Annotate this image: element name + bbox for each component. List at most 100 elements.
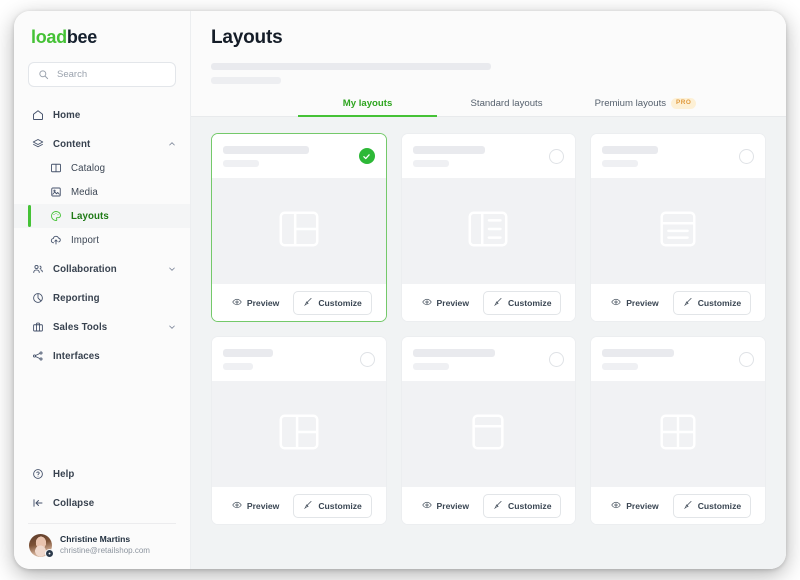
skeleton-title: [412, 145, 485, 154]
layout-card[interactable]: Preview Customize: [400, 336, 577, 525]
sidebar-item-label: Collaboration: [53, 263, 117, 275]
sidebar-item-interfaces[interactable]: Interfaces: [14, 344, 190, 368]
layout-card[interactable]: Preview Customize: [400, 133, 577, 322]
pie-chart-icon: [31, 292, 44, 305]
book-icon: [49, 162, 62, 175]
sidebar: loadbee Search Home Content Catalog Medi…: [14, 11, 191, 569]
tab-standard-layouts[interactable]: Standard layouts: [437, 98, 576, 116]
customize-button[interactable]: Customize: [293, 290, 372, 315]
user-profile[interactable]: Christine Martins christine@retailshop.c…: [14, 524, 190, 569]
customize-label: Customize: [508, 297, 552, 308]
tab-bar: My layouts Standard layouts Premium layo…: [191, 98, 786, 117]
layout-card-title-skeleton: [602, 348, 731, 370]
brush-icon: [493, 297, 503, 309]
sidebar-item-home[interactable]: Home: [14, 103, 190, 127]
sidebar-collapse-button[interactable]: Collapse: [14, 491, 190, 515]
chevron-down-icon[interactable]: [168, 323, 176, 331]
layout-header-body-icon: [465, 409, 511, 460]
sidebar-item-layouts[interactable]: Layouts: [14, 204, 190, 228]
sidebar-item-content[interactable]: Content: [14, 132, 190, 156]
radio-empty-icon[interactable]: [549, 351, 565, 367]
sidebar-item-reporting[interactable]: Reporting: [14, 286, 190, 310]
layouts-grid: Preview Customize Preview Customize Prev…: [211, 133, 766, 525]
sidebar-footer: Help Collapse Christine Martins christin…: [14, 462, 190, 569]
brand-logo[interactable]: loadbee: [14, 11, 190, 58]
sidebar-item-collaboration[interactable]: Collaboration: [14, 257, 190, 281]
tab-premium-layouts[interactable]: Premium layouts PRO: [576, 98, 715, 116]
preview-button[interactable]: Preview: [416, 293, 476, 313]
customize-button[interactable]: Customize: [293, 493, 372, 518]
layout-card[interactable]: Preview Customize: [590, 133, 766, 322]
radio-empty-icon[interactable]: [359, 351, 375, 367]
eye-icon: [421, 297, 432, 309]
sidebar-item-help[interactable]: Help: [14, 462, 190, 486]
customize-button[interactable]: Customize: [483, 493, 562, 518]
layout-card-actions: Preview Customize: [212, 284, 386, 321]
header-skeleton-line-2: [211, 77, 281, 84]
layout-card-actions: Preview Customize: [591, 487, 765, 524]
preview-button[interactable]: Preview: [226, 496, 286, 516]
layout-card-thumbnail: [591, 178, 765, 284]
preview-label: Preview: [626, 297, 659, 308]
brush-icon: [683, 500, 693, 512]
customize-label: Customize: [318, 297, 362, 308]
brush-icon: [683, 297, 693, 309]
layout-card-header: [401, 337, 576, 381]
radio-empty-icon[interactable]: [739, 148, 754, 164]
layout-card[interactable]: Preview Customize: [590, 336, 766, 525]
radio-empty-icon[interactable]: [739, 351, 754, 367]
layout-card-title-skeleton: [602, 145, 731, 167]
layout-card-header: [591, 134, 765, 178]
layout-card-actions: Preview Customize: [591, 284, 765, 321]
check-circle-icon[interactable]: [358, 148, 375, 164]
preview-button[interactable]: Preview: [605, 293, 665, 313]
preview-button[interactable]: Preview: [605, 496, 665, 516]
layout-card-header: [212, 337, 386, 381]
collapse-left-icon: [31, 497, 44, 510]
sidebar-item-label: Catalog: [71, 162, 106, 174]
skeleton-subtitle: [602, 362, 639, 370]
chevron-up-icon[interactable]: [168, 140, 176, 148]
layout-card-actions: Preview Customize: [212, 487, 386, 524]
brush-icon: [303, 297, 313, 309]
brush-icon: [493, 500, 503, 512]
skeleton-title: [412, 348, 495, 357]
preview-button[interactable]: Preview: [226, 293, 286, 313]
skeleton-title: [602, 145, 659, 154]
eye-icon: [232, 500, 242, 512]
customize-button[interactable]: Customize: [483, 290, 562, 315]
nodes-icon: [31, 350, 44, 363]
tab-my-layouts[interactable]: My layouts: [298, 98, 437, 117]
preview-button[interactable]: Preview: [416, 496, 476, 516]
sidebar-item-media[interactable]: Media: [14, 180, 190, 204]
palette-icon: [49, 210, 62, 223]
preview-label: Preview: [436, 297, 470, 308]
sidebar-item-import[interactable]: Import: [14, 228, 190, 252]
customize-label: Customize: [318, 500, 362, 511]
layout-card[interactable]: Preview Customize: [211, 133, 387, 322]
layout-card-actions: Preview Customize: [401, 487, 576, 524]
skeleton-subtitle: [412, 159, 449, 167]
layout-sidebar-lines-icon: [465, 206, 511, 257]
skeleton-title: [223, 145, 309, 154]
sidebar-item-catalog[interactable]: Catalog: [14, 156, 190, 180]
layout-card-title-skeleton: [412, 145, 542, 167]
layout-card-header: [401, 134, 576, 178]
search-input[interactable]: Search: [28, 62, 176, 87]
customize-button[interactable]: Customize: [672, 493, 752, 518]
eye-icon: [611, 297, 621, 309]
question-circle-icon: [31, 468, 44, 481]
sidebar-nav: Home Content Catalog Media Layouts Impor…: [14, 97, 190, 368]
skeleton-subtitle: [412, 362, 449, 370]
chevron-down-icon[interactable]: [168, 265, 176, 273]
layout-card-header: [591, 337, 765, 381]
customize-label: Customize: [697, 500, 742, 511]
layout-card-thumbnail: [212, 178, 386, 284]
layout-card[interactable]: Preview Customize: [211, 336, 387, 525]
radio-empty-icon[interactable]: [549, 148, 565, 164]
skeleton-subtitle: [223, 362, 253, 370]
preview-label: Preview: [246, 500, 280, 511]
eye-icon: [232, 297, 242, 309]
customize-button[interactable]: Customize: [672, 290, 752, 315]
sidebar-item-sales-tools[interactable]: Sales Tools: [14, 315, 190, 339]
